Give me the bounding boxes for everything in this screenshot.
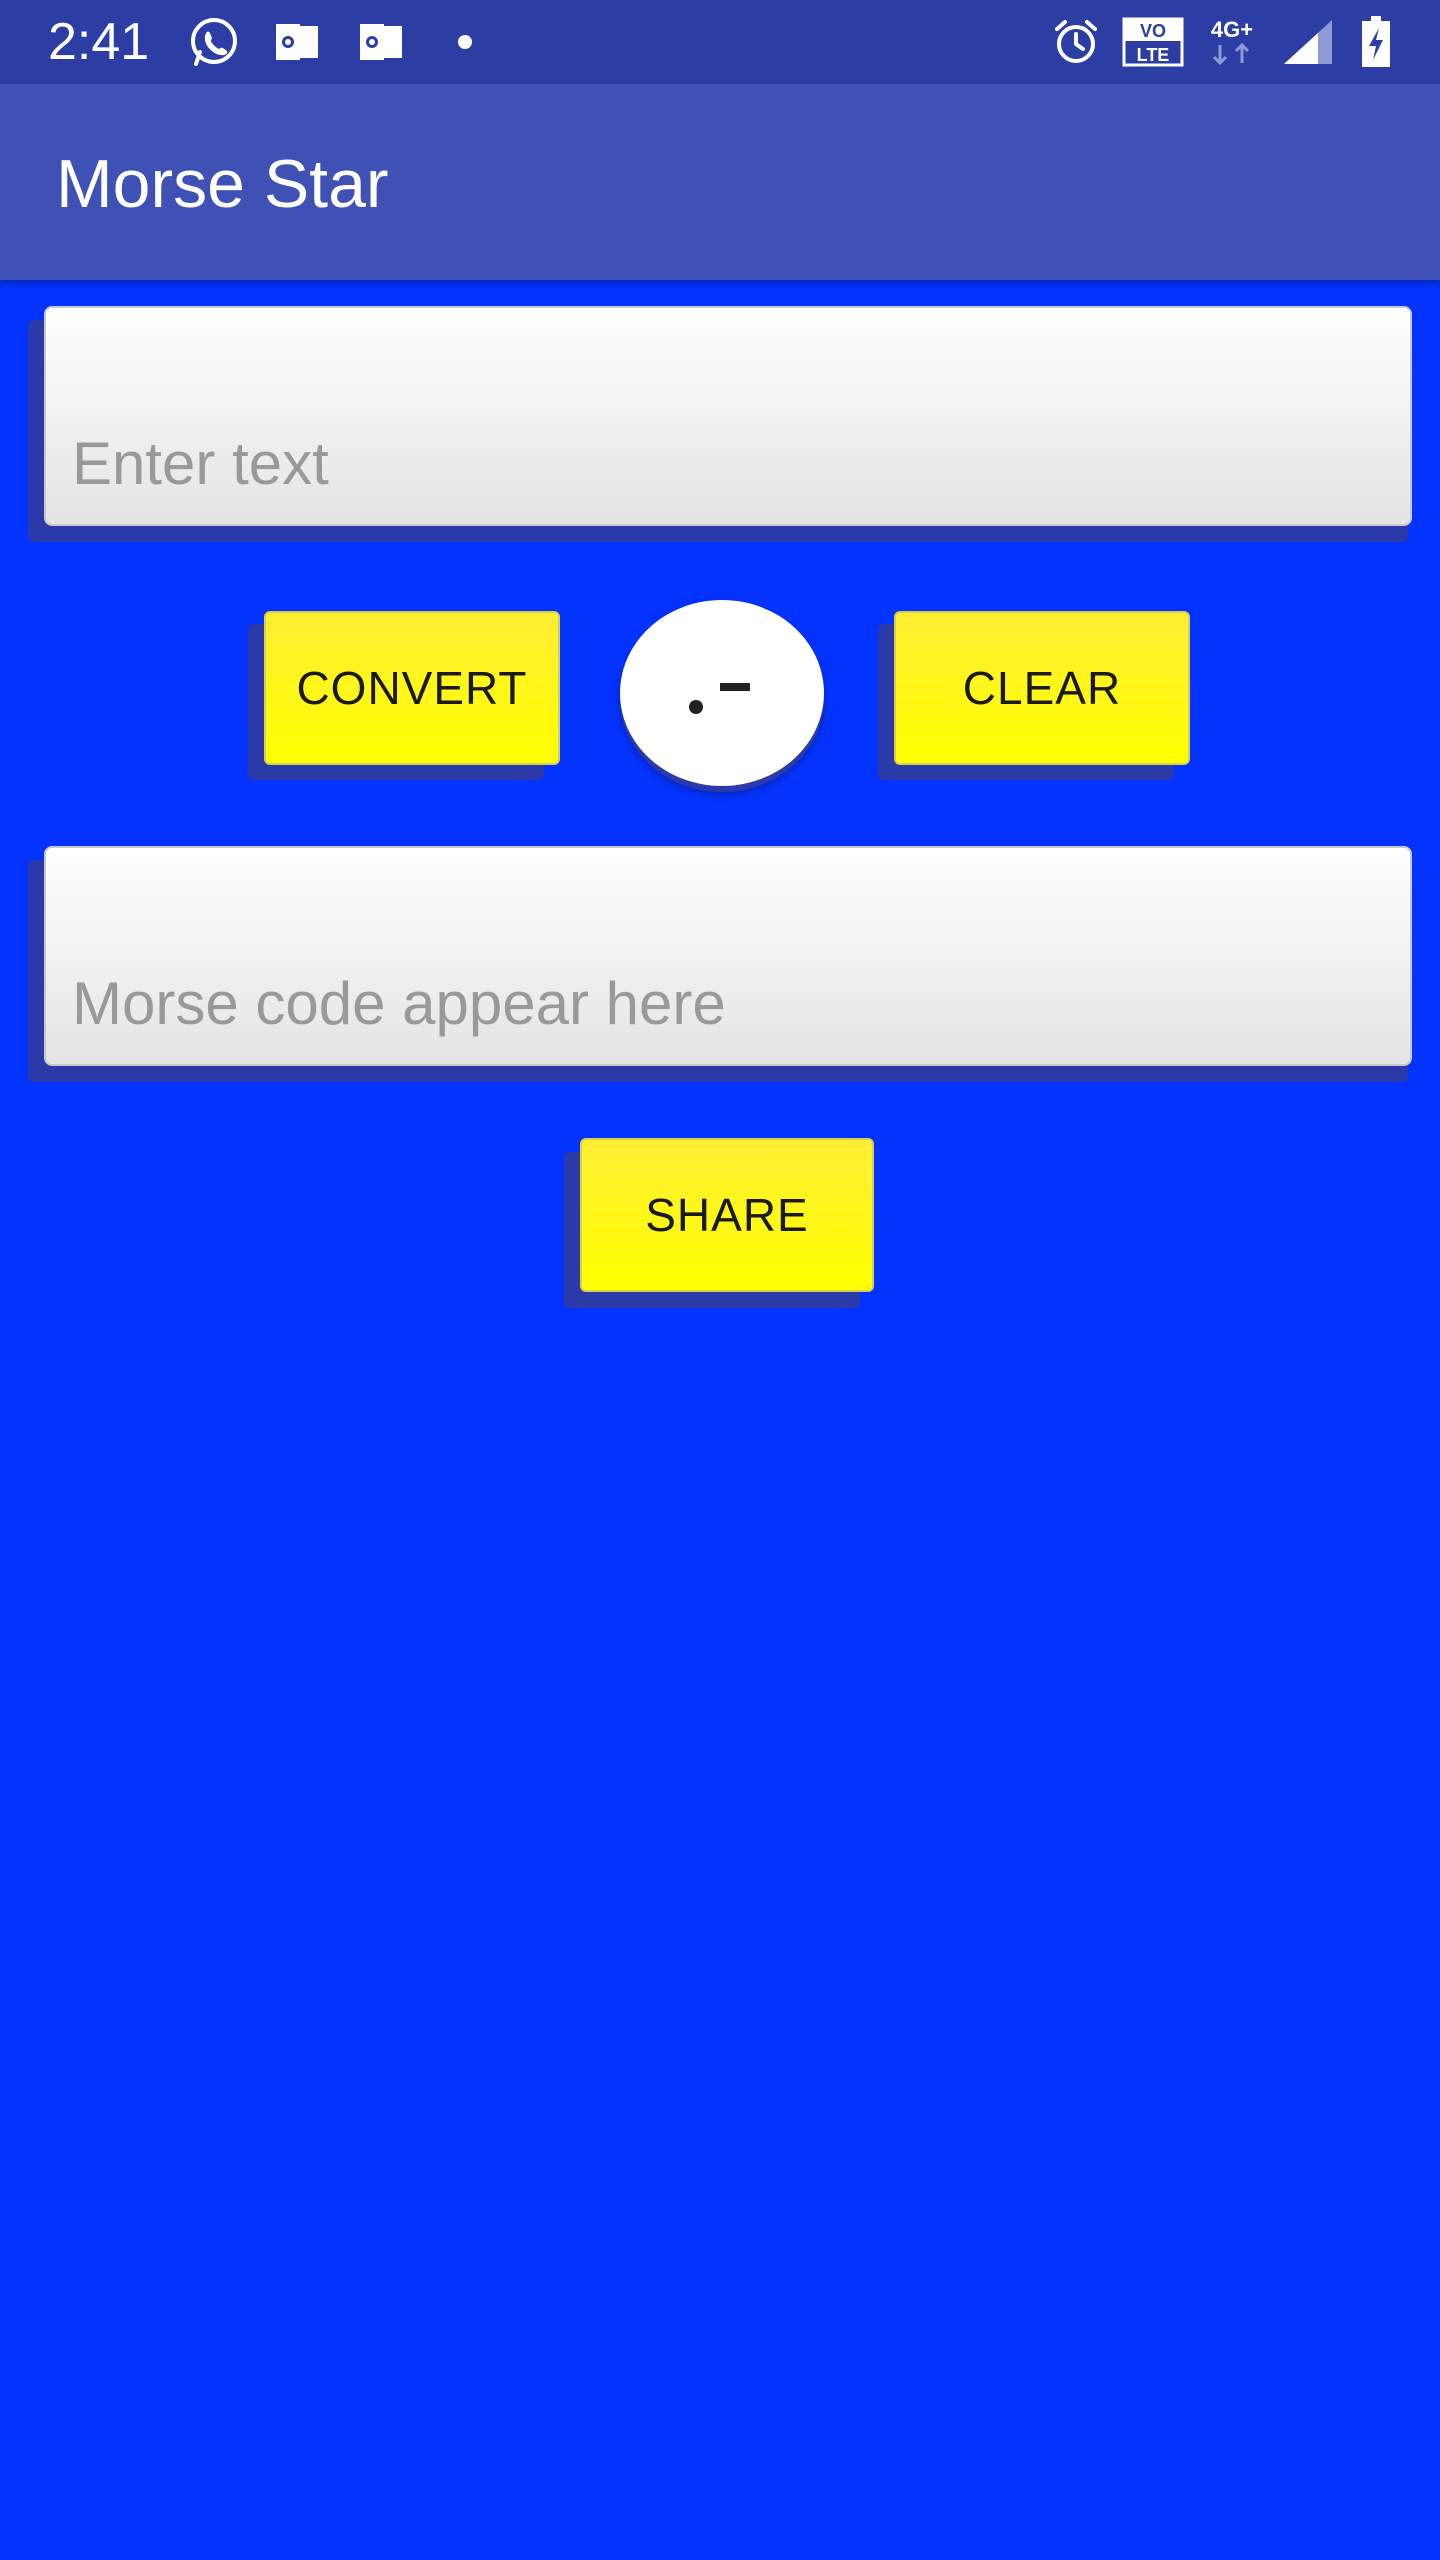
dot-icon xyxy=(452,14,478,70)
morse-output-container xyxy=(44,846,1412,1066)
app-bar: Morse Star xyxy=(0,84,1440,280)
morse-output-field[interactable] xyxy=(72,968,1390,1038)
text-input[interactable] xyxy=(72,428,1390,498)
text-input-container xyxy=(44,306,1412,526)
status-bar: 2:41 VO LTE 4G+ xyxy=(0,0,1440,84)
battery-charging-icon xyxy=(1358,14,1394,70)
volte-icon: VO LTE xyxy=(1122,14,1184,70)
morse-toggle-button[interactable] xyxy=(620,600,824,786)
dot-dash-icon xyxy=(689,683,750,714)
outlook-icon xyxy=(272,14,322,70)
network-label: 4G+ xyxy=(1211,17,1253,42)
app-title: Morse Star xyxy=(56,146,389,222)
status-time: 2:41 xyxy=(48,13,150,71)
volte-bottom-label: LTE xyxy=(1137,45,1170,65)
volte-top-label: VO xyxy=(1140,21,1166,41)
signal-icon xyxy=(1280,14,1336,70)
convert-button[interactable]: CONVERT xyxy=(264,611,560,765)
alarm-icon xyxy=(1048,14,1104,70)
share-button[interactable]: SHARE xyxy=(580,1138,874,1292)
whatsapp-icon xyxy=(184,14,244,70)
outlook-icon xyxy=(356,14,406,70)
4g-plus-icon: 4G+ xyxy=(1202,14,1262,70)
clear-button[interactable]: CLEAR xyxy=(894,611,1190,765)
